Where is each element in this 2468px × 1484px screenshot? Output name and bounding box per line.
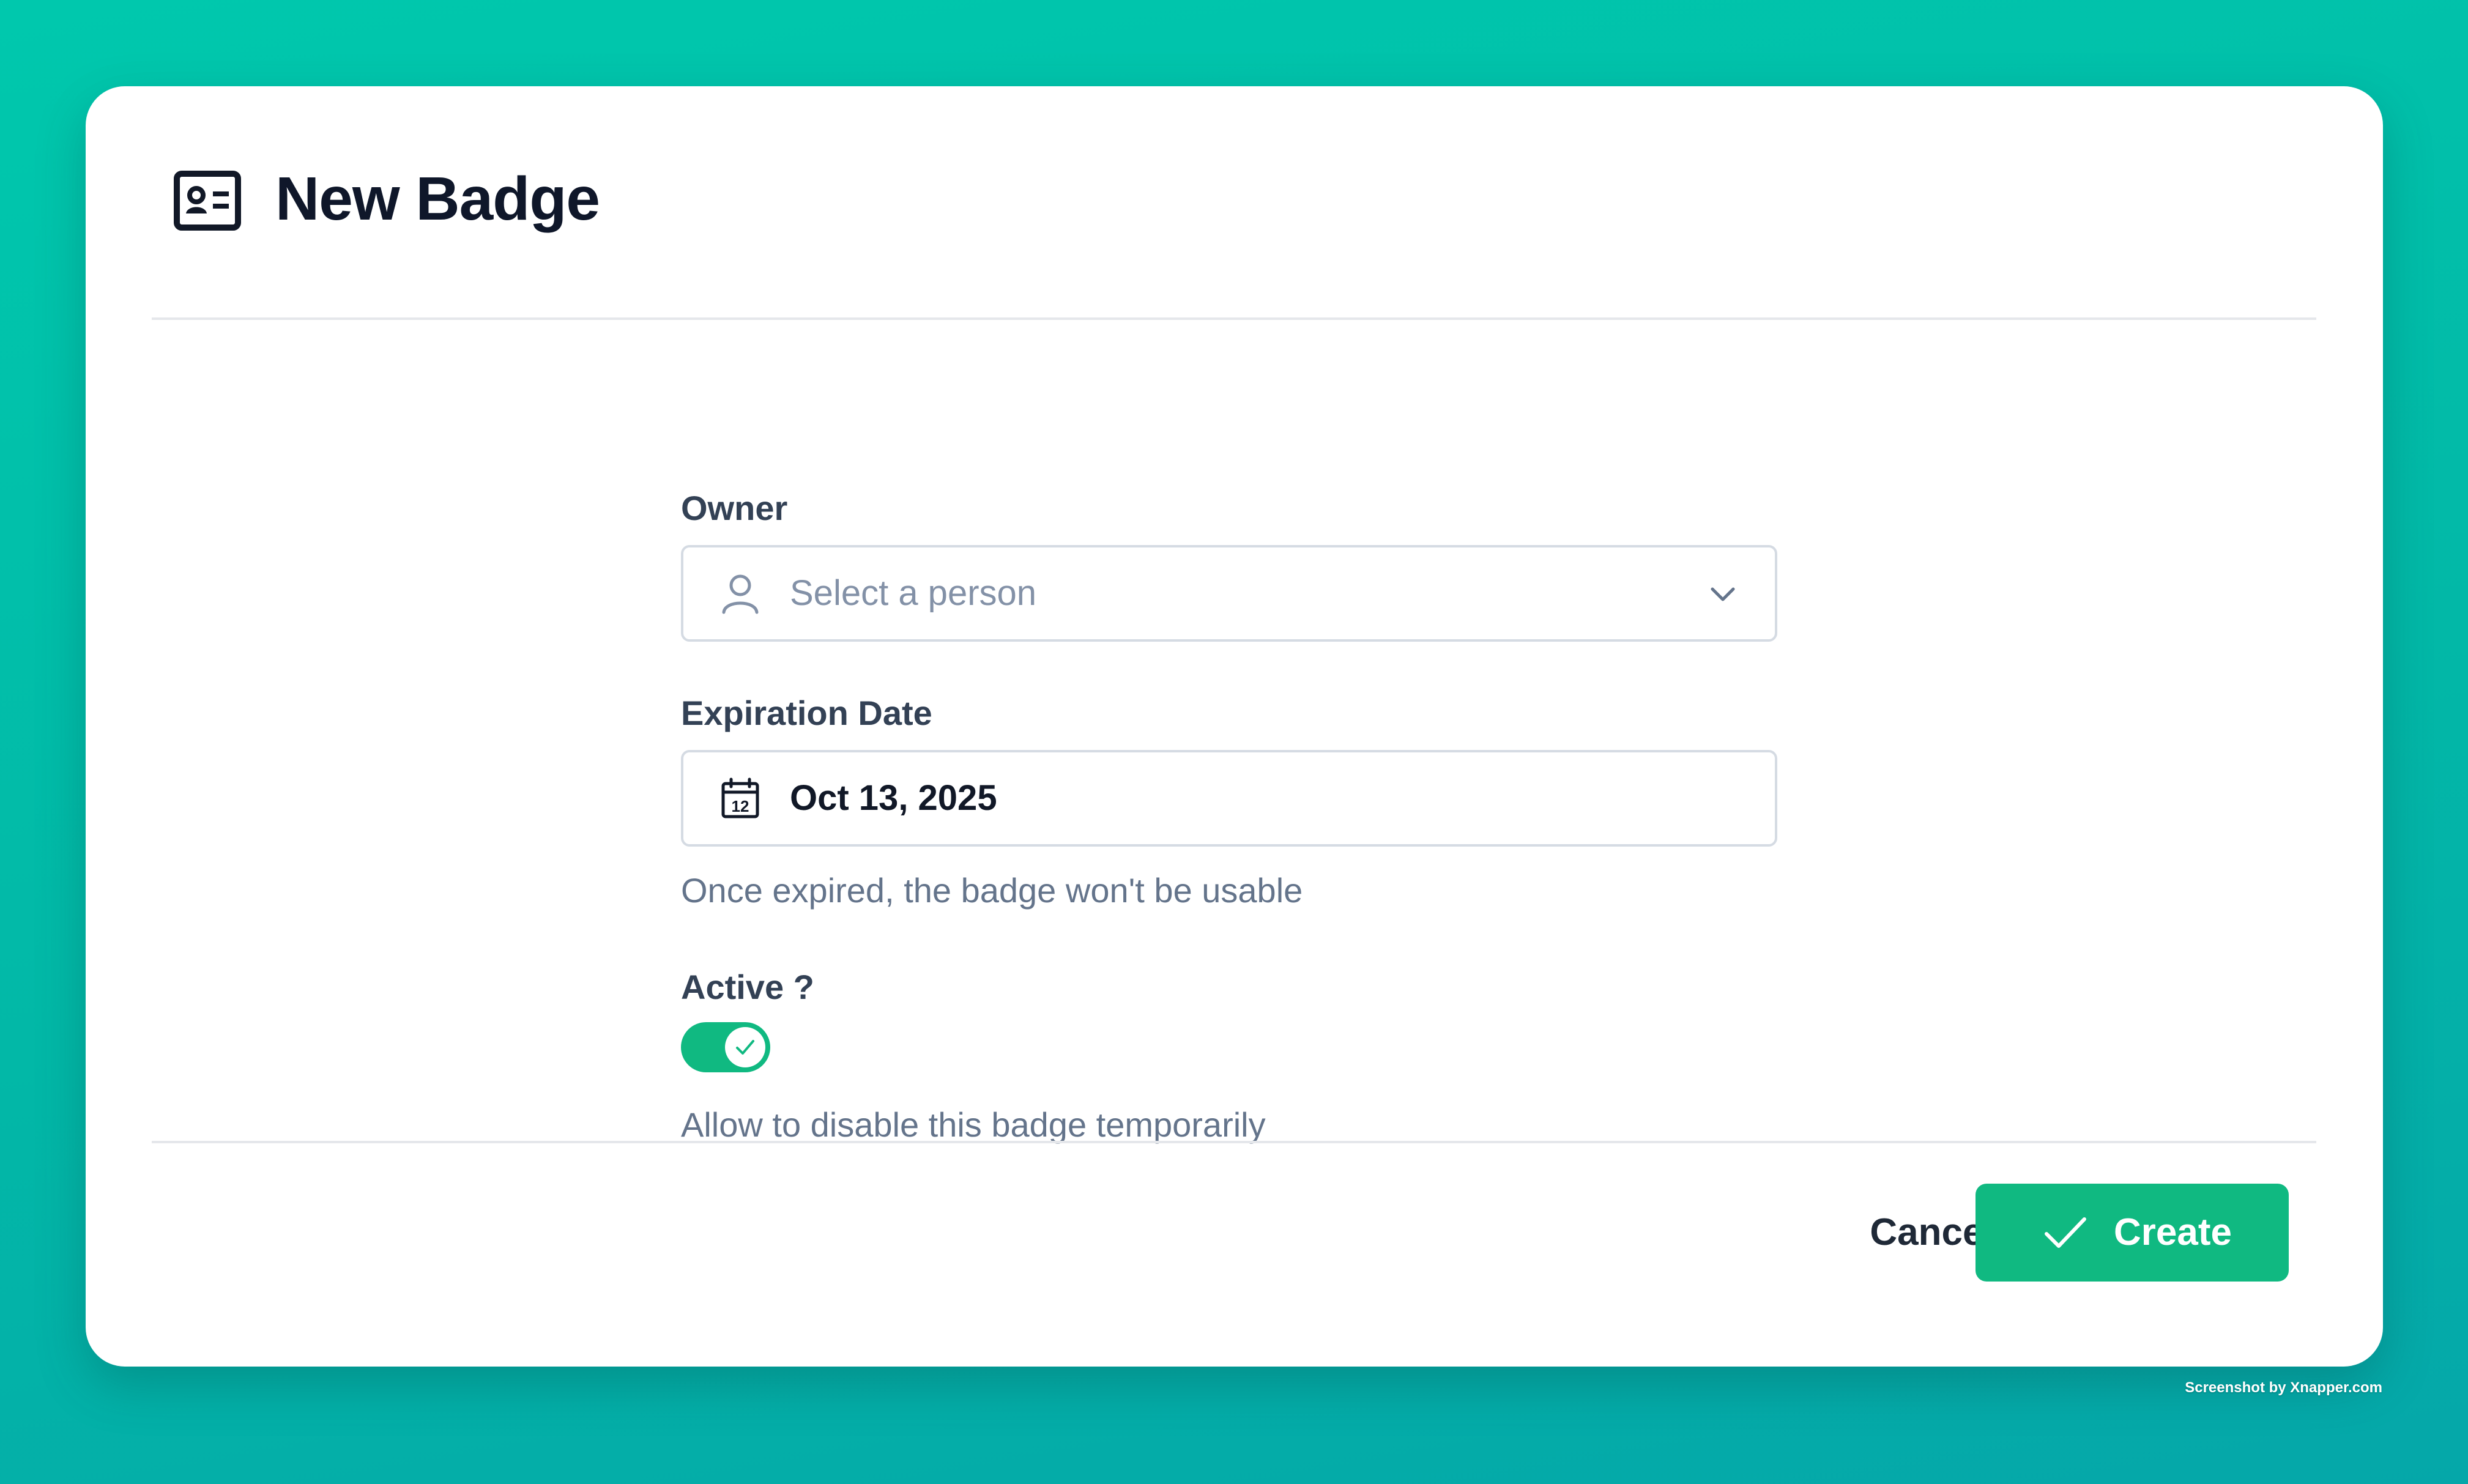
user-icon [722,574,759,614]
check-icon [2045,1217,2086,1248]
dialog-title: New Badge [275,165,600,233]
calendar-icon: 12 [721,777,759,818]
toggle-knob [725,1027,765,1067]
active-help-text: Allow to disable this badge temporarily [681,1105,1266,1144]
owner-placeholder: Select a person [790,573,1037,613]
footer-divider [152,1141,2316,1143]
create-button[interactable]: Create [1976,1184,2289,1282]
expiration-date-field[interactable]: 12 Oct 13, 2025 [681,750,1777,847]
check-icon [736,1040,754,1055]
watermark: Screenshot by Xnapper.com [2185,1379,2382,1396]
expiration-help-text: Once expired, the badge won't be usable [681,871,1303,910]
new-badge-dialog: New Badge Owner Select a person Expirati… [86,86,2383,1367]
owner-label: Owner [681,489,788,527]
active-label: Active ? [681,968,814,1006]
header-divider [152,317,2316,320]
svg-text:12: 12 [732,797,749,815]
id-card-icon [174,171,241,231]
active-toggle[interactable] [681,1022,770,1072]
owner-select[interactable]: Select a person [681,545,1777,642]
create-button-label: Create [2114,1211,2232,1253]
expiration-label: Expiration Date [681,694,932,732]
dialog-header: New Badge [86,86,2383,319]
chevron-down-icon[interactable] [1708,579,1738,610]
expiration-date-value: Oct 13, 2025 [790,778,997,818]
